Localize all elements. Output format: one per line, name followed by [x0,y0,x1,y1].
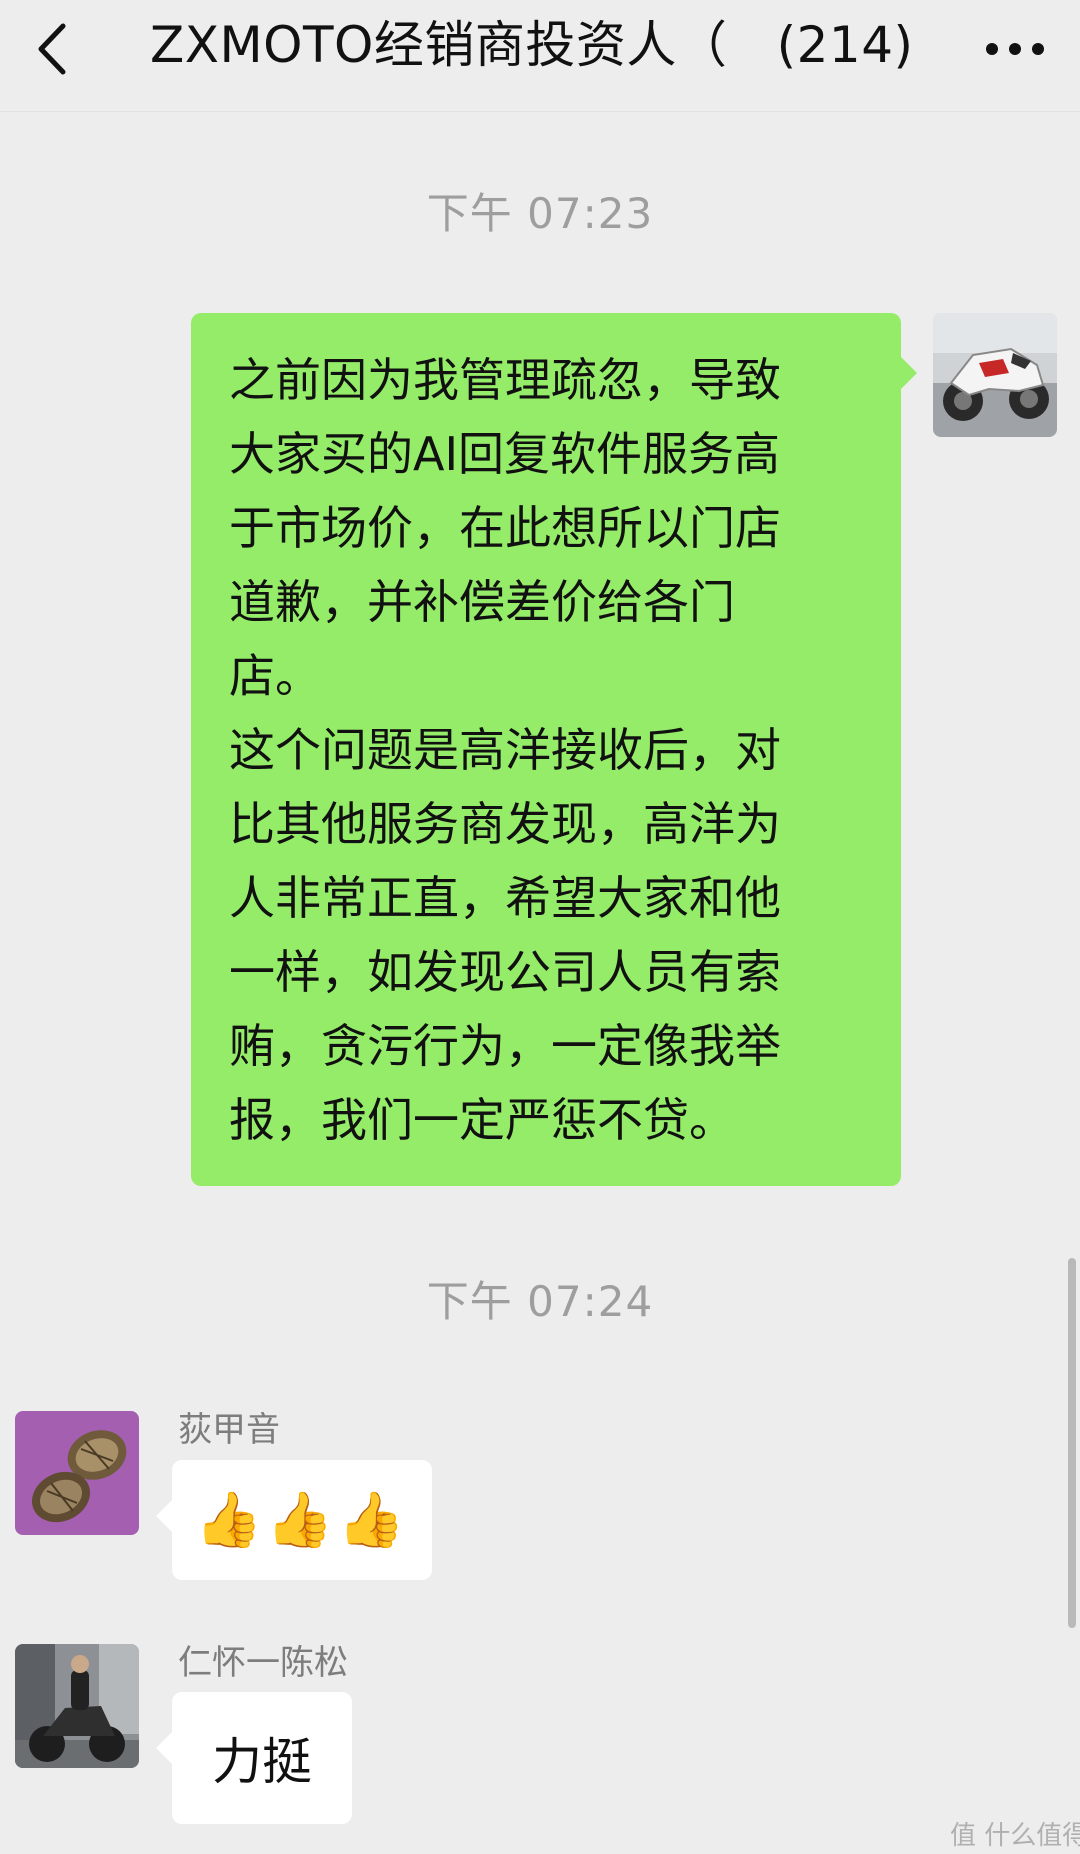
message-timestamp: 下午 07:24 [426,1277,654,1326]
outgoing-message-bubble[interactable]: 之前因为我管理疏忽，导致 大家买的AI回复软件服务高 于市场价，在此想所以门店 … [191,313,917,1186]
thumbs-up-emoji-icon: 👍👍👍 [195,1488,409,1551]
sender-avatar[interactable] [15,1411,139,1535]
chat-header: ZXMOTO经销商投资人（ (214) [0,0,1080,112]
rider-motorcycle-avatar [15,1644,139,1768]
sender-avatar[interactable] [15,1644,139,1768]
more-dots-icon [986,43,1044,55]
message-timestamp: 下午 07:23 [426,189,654,238]
sender-name: 仁怀一陈松 [178,1643,348,1683]
watermark: 值 什么值得买 [950,1821,1080,1851]
incoming-message-bubble[interactable]: 👍👍👍 [156,1460,432,1580]
back-button[interactable] [22,14,82,84]
chat-title: ZXMOTO经销商投资人（ (214) [150,16,914,74]
chevron-left-icon [38,23,66,75]
sender-name: 荻甲音 [178,1410,280,1450]
scrollbar[interactable] [1068,1258,1076,1628]
incoming-message-bubble[interactable]: 力挺 [156,1692,352,1824]
seed-pods-avatar [15,1411,139,1535]
motorcycle-avatar [933,313,1057,437]
self-avatar[interactable] [933,313,1057,437]
message-text: 之前因为我管理疏忽，导致 大家买的AI回复软件服务高 于市场价，在此想所以门店 … [229,353,781,1147]
message-text: 力挺 [212,1733,312,1791]
more-button[interactable] [970,14,1060,84]
